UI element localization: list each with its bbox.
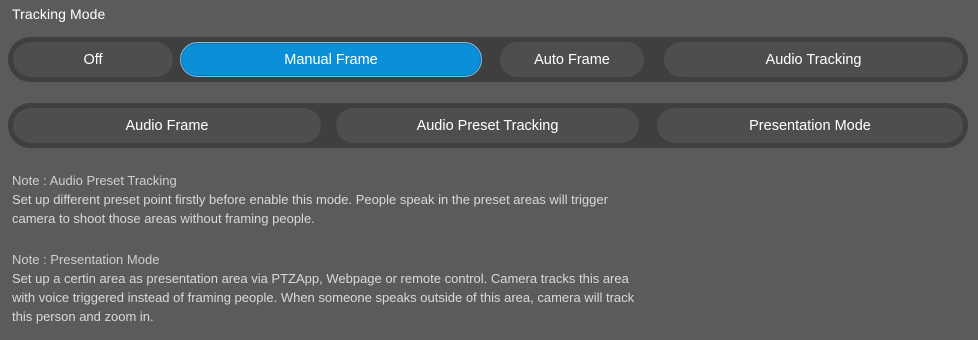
tracking-mode-group-row1: Off Manual Frame Auto Frame Audio Tracki…	[8, 37, 968, 82]
mode-off-button[interactable]: Off	[13, 42, 173, 77]
tracking-mode-title: Tracking Mode	[12, 6, 106, 22]
note-title: Note : Audio Preset Tracking	[12, 173, 177, 188]
mode-presentation-button[interactable]: Presentation Mode	[657, 108, 963, 143]
mode-audio-tracking-button[interactable]: Audio Tracking	[664, 42, 963, 77]
note-line: camera to shoot those areas without fram…	[12, 211, 315, 226]
mode-audio-frame-button[interactable]: Audio Frame	[13, 108, 321, 143]
mode-manual-frame-button[interactable]: Manual Frame	[180, 42, 482, 77]
note-line: this person and zoom in.	[12, 309, 154, 324]
mode-auto-frame-button[interactable]: Auto Frame	[500, 42, 644, 77]
note-line: Set up a certin area as presentation are…	[12, 271, 629, 286]
note-line: Set up different preset point firstly be…	[12, 192, 608, 207]
note-presentation-mode: Note : Presentation Mode Set up a certin…	[12, 250, 972, 326]
note-title: Note : Presentation Mode	[12, 252, 160, 267]
mode-audio-preset-tracking-button[interactable]: Audio Preset Tracking	[336, 108, 639, 143]
note-audio-preset-tracking: Note : Audio Preset Tracking Set up diff…	[12, 171, 972, 228]
tracking-mode-group-row2: Audio Frame Audio Preset Tracking Presen…	[8, 103, 968, 148]
note-line: with voice triggered instead of framing …	[12, 290, 635, 305]
